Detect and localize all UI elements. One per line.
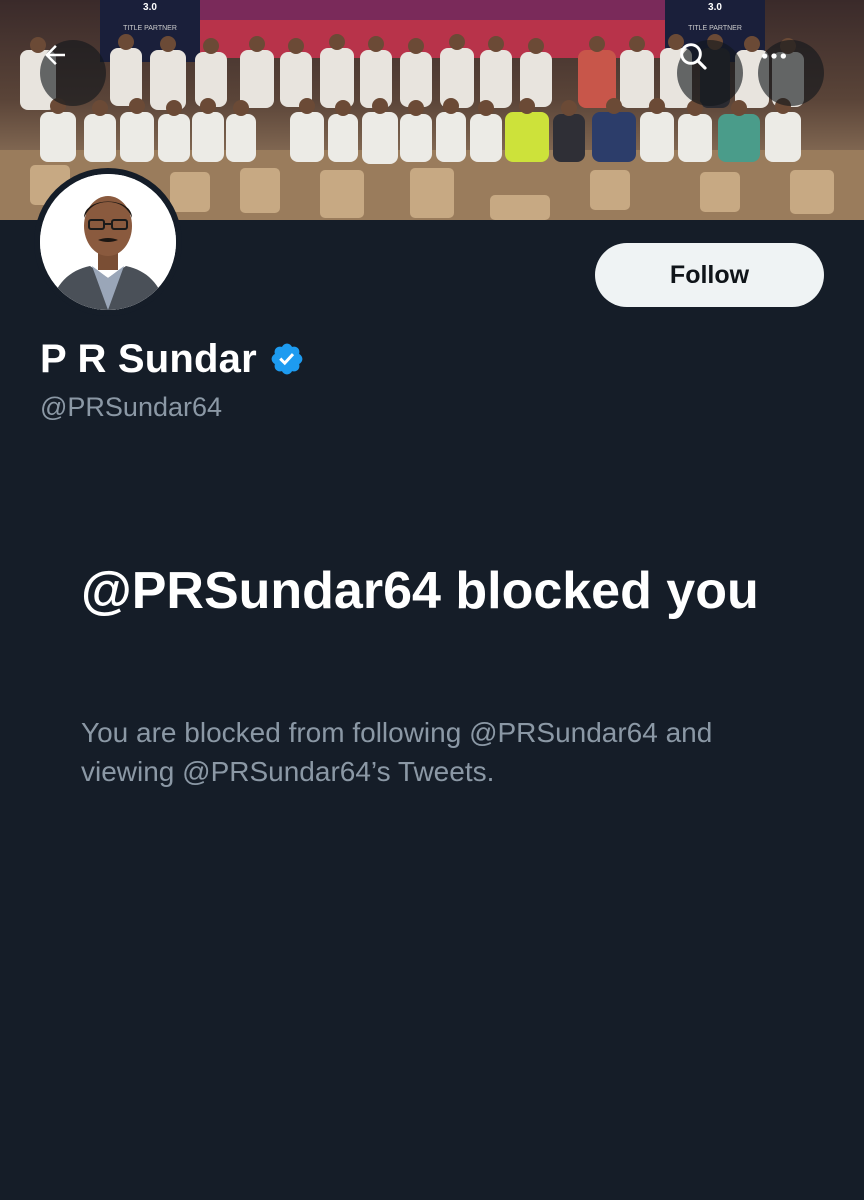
- profile-handle: @PRSundar64: [40, 392, 223, 422]
- search-icon: [680, 43, 707, 70]
- display-name: P R Sundar: [40, 336, 257, 381]
- display-name-row: P R Sundar: [40, 334, 305, 384]
- avatar[interactable]: [34, 168, 182, 316]
- avatar-photo: [40, 174, 176, 310]
- profile-page: 3.0 TITLE PARTNER 3.0 TITLE PARTNER Foll…: [0, 0, 864, 1200]
- follow-button[interactable]: Follow: [595, 243, 824, 307]
- stage-right-sub: TITLE PARTNER: [688, 25, 742, 32]
- more-button[interactable]: [758, 40, 824, 106]
- verified-badge-icon[interactable]: [269, 341, 305, 377]
- back-button[interactable]: [40, 40, 106, 106]
- blocked-description: You are blocked from following @PRSundar…: [81, 717, 713, 787]
- more-horizontal-icon: [762, 53, 786, 59]
- stage-right-version: 3.0: [708, 2, 722, 13]
- stage-left-version: 3.0: [143, 2, 157, 13]
- arrow-left-icon: [45, 45, 65, 65]
- stage-left-sub: TITLE PARTNER: [123, 25, 177, 32]
- search-button[interactable]: [677, 40, 743, 106]
- blocked-title: @PRSundar64 blocked you: [81, 562, 759, 620]
